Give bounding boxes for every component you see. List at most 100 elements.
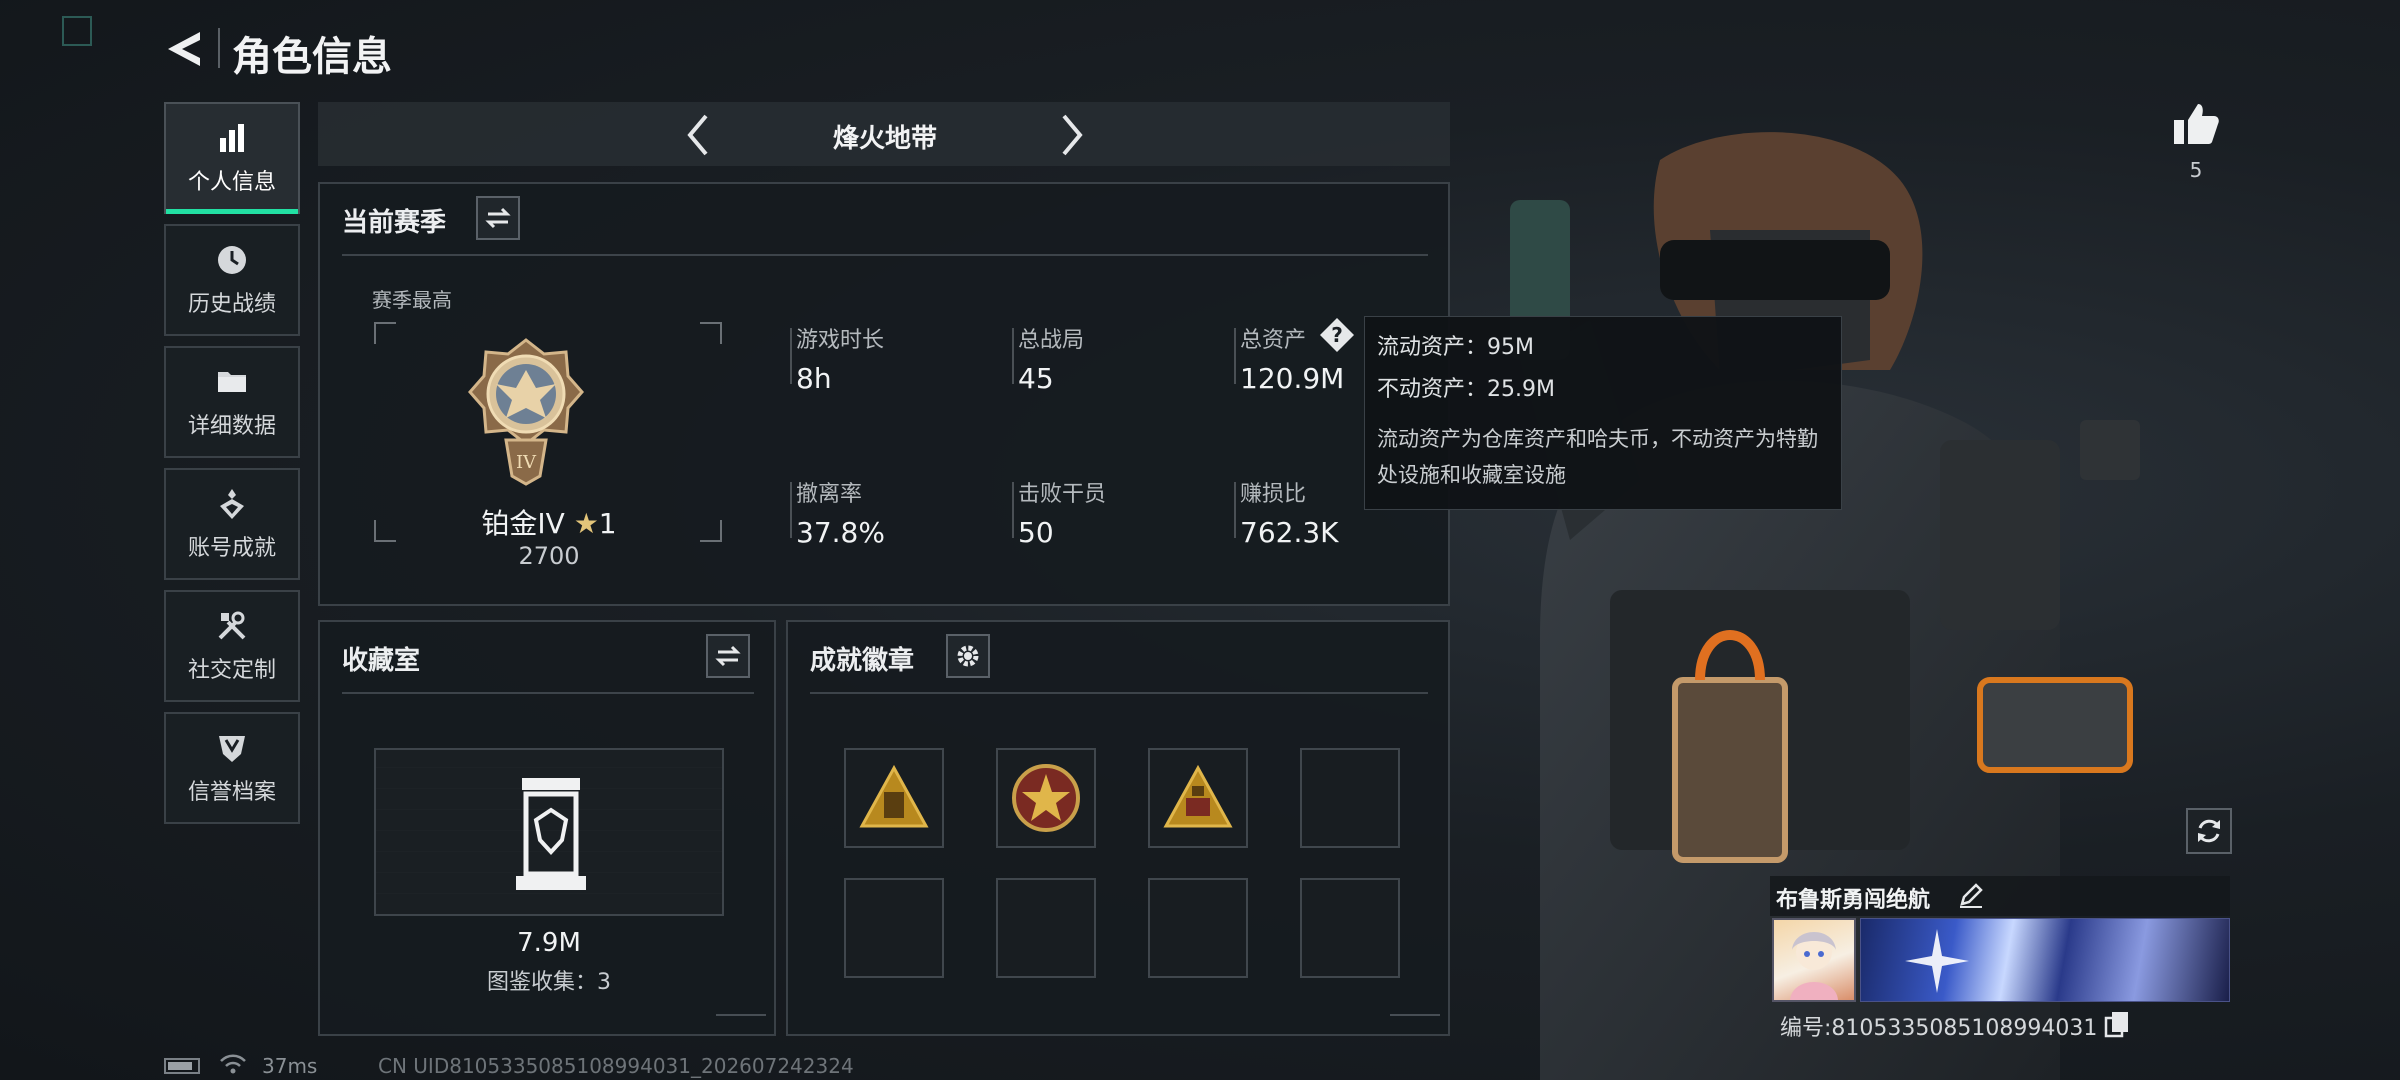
badge-slot[interactable] xyxy=(1148,748,1248,848)
asset-tooltip: 流动资产：95M 不动资产：25.9M 流动资产为仓库资产和哈夫币，不动资产为特… xyxy=(1364,316,1842,510)
collection-preview[interactable] xyxy=(374,748,724,916)
like-button[interactable] xyxy=(2168,96,2224,152)
swap-icon xyxy=(485,207,511,229)
title-divider xyxy=(218,28,220,68)
folder-icon xyxy=(218,372,246,392)
stat-label: 总战局 xyxy=(1018,328,1085,353)
mode-prev-button[interactable] xyxy=(676,108,720,162)
stat-label: 赚损比 xyxy=(1240,482,1307,507)
badges-settings-button[interactable] xyxy=(946,634,990,678)
back-arrow-icon xyxy=(168,32,200,66)
stat-divider xyxy=(1234,482,1236,538)
sidebar-item-label: 详细数据 xyxy=(187,414,276,439)
copy-id-button[interactable] xyxy=(2104,1010,2130,1038)
ping-readout: 37ms xyxy=(262,1054,318,1078)
rank-name: 铂金IV xyxy=(481,507,565,540)
stat-label: 击败干员 xyxy=(1018,482,1107,507)
svg-text:IV: IV xyxy=(516,452,537,473)
star-icon: ★ xyxy=(573,507,599,540)
player-name: 布鲁斯勇闯绝航 xyxy=(1776,888,1931,913)
swap-icon xyxy=(715,645,741,667)
edit-name-button[interactable] xyxy=(1956,880,1986,910)
season-best-label: 赛季最高 xyxy=(372,288,452,312)
season-header: 当前赛季 xyxy=(342,208,447,238)
collection-panel: 收藏室 7.9M 图鉴收集：3 xyxy=(318,620,776,1036)
stat-divider xyxy=(1234,328,1236,384)
sidebar-item-personal-info[interactable]: 个人信息 xyxy=(164,102,300,214)
like-count: 5 xyxy=(2189,158,2203,182)
collection-header-divider xyxy=(342,692,754,694)
player-id: 编号:8105335085108994031 xyxy=(1780,1016,2098,1041)
stat-value: 120.9M xyxy=(1240,362,1345,395)
sidebar-item-history[interactable]: 历史战绩 xyxy=(164,224,300,336)
chevron-left-icon xyxy=(687,114,708,156)
triangle-badge-icon xyxy=(859,764,929,828)
rank-stars: 1 xyxy=(598,507,617,540)
tooltip-description: 流动资产为仓库资产和哈夫币，不动资产为特勤处设施和收藏室设施 xyxy=(1377,427,1818,487)
wifi-icon xyxy=(220,1054,246,1074)
season-header-divider xyxy=(342,254,1428,256)
tooltip-fixed: 不动资产：25.9M xyxy=(1377,377,1555,402)
badge-slot-empty[interactable] xyxy=(1300,878,1400,978)
refresh-icon xyxy=(2198,819,2220,843)
stat-divider xyxy=(1012,328,1014,384)
player-banner[interactable] xyxy=(1860,918,2230,1002)
uid-readout: CN UID8105335085108994031_202607242324 xyxy=(378,1054,854,1078)
badge-slot-empty[interactable] xyxy=(1148,878,1248,978)
stat-label: 撤离率 xyxy=(796,482,863,507)
badge-slot[interactable] xyxy=(844,748,944,848)
stat-value: 8h xyxy=(796,362,832,395)
back-button[interactable] xyxy=(160,24,210,74)
season-switch-button[interactable] xyxy=(476,196,520,240)
tools-icon xyxy=(218,611,246,640)
tooltip-liquid: 流动资产：95M xyxy=(1377,335,1534,360)
badge-slot[interactable] xyxy=(996,748,1096,848)
collection-count: 图鉴收集：3 xyxy=(487,970,611,995)
stat-label: 总资产 xyxy=(1240,328,1307,353)
battery-icon xyxy=(164,1058,200,1074)
thumbs-up-icon xyxy=(2174,104,2219,144)
rank-score: 2700 xyxy=(518,542,580,570)
achievement-icon xyxy=(220,489,244,519)
page-title: 角色信息 xyxy=(232,34,392,80)
stat-label: 游戏时长 xyxy=(796,328,885,353)
sidebar-item-achievements[interactable]: 账号成就 xyxy=(164,468,300,580)
stat-divider xyxy=(790,482,792,538)
stat-divider xyxy=(790,328,792,384)
mode-next-button[interactable] xyxy=(1050,108,1094,162)
sidebar-item-details[interactable]: 详细数据 xyxy=(164,346,300,458)
frame-corner xyxy=(374,322,396,344)
sidebar-item-label: 信誉档案 xyxy=(187,780,276,805)
badge-slot-empty[interactable] xyxy=(1300,748,1400,848)
gear-icon xyxy=(957,645,979,667)
frame-corner xyxy=(700,322,722,344)
rank-name-row: 铂金IV ★1 xyxy=(374,502,724,542)
banner-sparkle-icon xyxy=(1905,929,1969,993)
stat-value: 45 xyxy=(1018,362,1054,395)
rotate-button[interactable] xyxy=(2186,808,2232,854)
badges-header-divider xyxy=(810,692,1428,694)
bar-chart-icon xyxy=(220,124,244,152)
corner-marker xyxy=(62,16,92,46)
player-avatar[interactable] xyxy=(1772,918,1856,1002)
rank-emblem-icon: IV xyxy=(468,338,584,486)
sidebar-item-label: 社交定制 xyxy=(187,658,276,683)
mode-title: 烽火地带 xyxy=(832,124,937,154)
star-medal-icon xyxy=(1012,764,1080,832)
help-icon[interactable]: ? xyxy=(1320,318,1354,352)
collection-switch-button[interactable] xyxy=(706,634,750,678)
season-panel: 当前赛季 赛季最高 IV 铂金IV ★1 2700 游戏时长 8h 总战局 45… xyxy=(318,182,1450,606)
copy-icon xyxy=(2104,1012,2128,1038)
sidebar-item-reputation[interactable]: 信誉档案 xyxy=(164,712,300,824)
display-case-icon xyxy=(516,778,586,890)
badge-slot-empty[interactable] xyxy=(844,878,944,978)
badges-header: 成就徽章 xyxy=(810,646,915,676)
badge-slot-empty[interactable] xyxy=(996,878,1096,978)
stat-value: 762.3K xyxy=(1240,516,1339,549)
collection-header: 收藏室 xyxy=(342,646,421,676)
sidebar-item-social[interactable]: 社交定制 xyxy=(164,590,300,702)
sidebar-item-label: 账号成就 xyxy=(187,536,276,561)
collection-value: 7.9M xyxy=(517,928,581,958)
pencil-icon xyxy=(1960,883,1983,908)
avatar-icon xyxy=(1790,932,1838,1000)
